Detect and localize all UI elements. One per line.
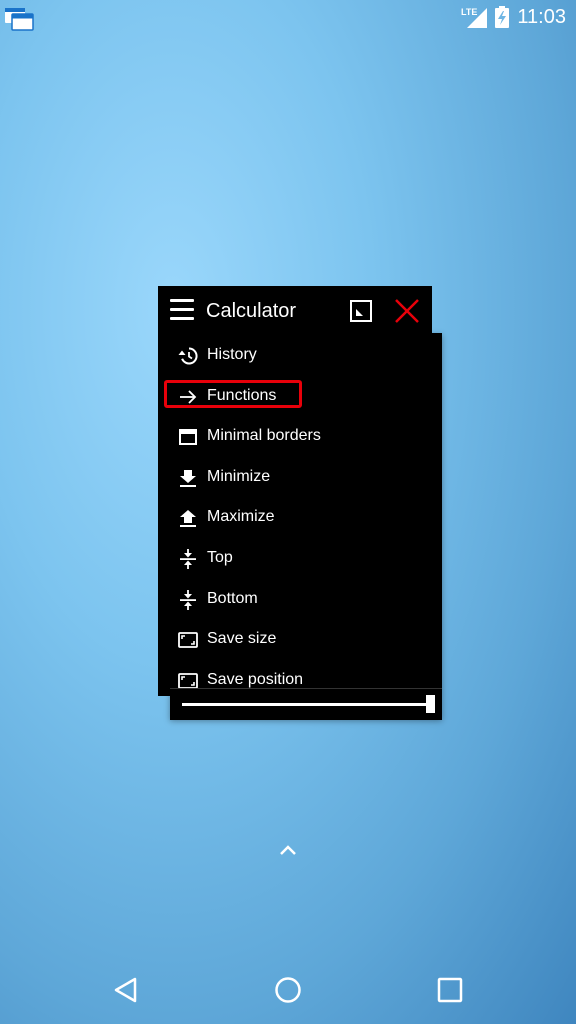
menu-item-label: Minimize <box>207 467 271 485</box>
recent-apps-icon[interactable] <box>437 977 463 1003</box>
upload-icon <box>178 508 198 528</box>
download-icon <box>178 468 198 488</box>
vertical-align-icon <box>178 589 198 610</box>
history-icon <box>178 346 198 366</box>
resize-window-icon[interactable] <box>350 300 372 322</box>
menu-item-bottom[interactable]: Bottom <box>158 580 442 620</box>
menu-item-label: Bottom <box>207 589 258 607</box>
status-clock: 11:03 <box>517 5 566 28</box>
menu-item-label: Maximize <box>207 508 275 526</box>
hamburger-menu-icon[interactable] <box>170 299 194 321</box>
menu-item-label: Top <box>207 549 233 566</box>
menu-item-maximize[interactable]: Maximize <box>158 498 442 538</box>
slider-track[interactable] <box>182 703 430 706</box>
home-icon[interactable] <box>274 976 302 1004</box>
floating-windows-icon <box>5 8 34 31</box>
opacity-slider[interactable] <box>170 688 442 720</box>
network-label: LTE <box>461 7 477 17</box>
menu-item-save-size[interactable]: Save size <box>158 620 442 660</box>
vertical-align-icon <box>178 549 198 569</box>
close-window-icon[interactable] <box>394 298 420 324</box>
signal-lte-icon: LTE <box>461 7 488 28</box>
menu-item-minimal-borders[interactable]: Minimal borders <box>158 417 442 457</box>
menu-item-history[interactable]: History <box>158 336 442 376</box>
window-icon <box>178 427 198 447</box>
menu-item-label: History <box>207 346 257 363</box>
status-bar: LTE 11:03 <box>0 0 576 34</box>
functions-highlight <box>164 380 302 408</box>
back-icon[interactable] <box>112 976 140 1004</box>
chevron-up-icon[interactable] <box>276 838 300 862</box>
window-menu: History Functions Minimal borders Minimize M… <box>158 336 442 696</box>
window-title: Calculator <box>206 300 297 322</box>
menu-item-label: Save size <box>207 630 277 648</box>
menu-item-top[interactable]: Top <box>158 539 442 579</box>
navigation-bar <box>0 952 576 1024</box>
aspect-ratio-icon <box>178 630 198 650</box>
menu-item-minimize[interactable]: Minimize <box>158 458 442 498</box>
battery-charging-icon <box>495 6 510 28</box>
menu-item-label: Minimal borders <box>207 427 321 445</box>
window-title-bar[interactable]: Calculator <box>158 286 432 336</box>
slider-thumb[interactable] <box>426 695 435 713</box>
menu-item-label: Save position <box>207 670 304 688</box>
